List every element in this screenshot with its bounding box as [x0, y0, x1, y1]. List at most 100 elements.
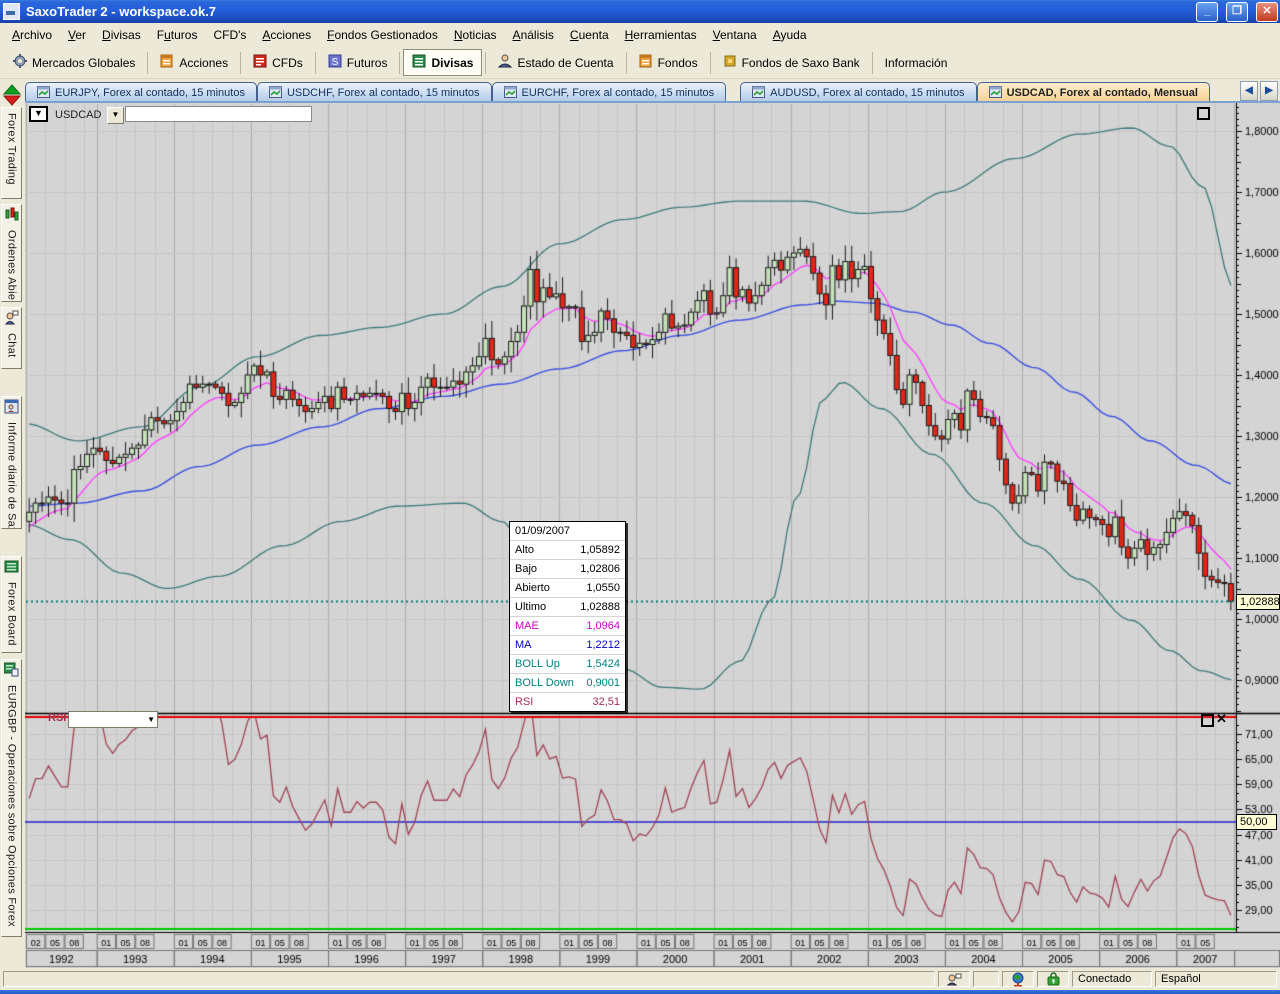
sidebar-item-label: Chat: [6, 333, 18, 357]
app-icon: [3, 3, 20, 20]
div-green-icon: [412, 54, 426, 71]
bottom-edge-bar: [0, 990, 1280, 994]
sidebar-item-eurgbp-operaciones-sobre-opcio[interactable]: EURGBP - Operaciones sobre Opciones Fore…: [1, 659, 22, 937]
status-bar: ConectadoEspañol: [0, 968, 1280, 990]
sidebar-item-label: Forex Board: [6, 582, 18, 646]
toolbar-button-label: Futuros: [347, 56, 388, 70]
toolbar-separator: [710, 52, 711, 74]
tooltip-row-value: 1,02888: [580, 601, 620, 613]
symbol-search-input[interactable]: [125, 106, 312, 122]
chart-tab-usdcad[interactable]: USDCAD, Forex al contado, Mensual: [977, 82, 1210, 103]
rsi-maximize-icon[interactable]: [1201, 714, 1214, 727]
tooltip-row-ma: MA1,2212: [510, 635, 625, 654]
tooltip-row-abierto: Abierto1,0550: [510, 578, 625, 597]
menu-an-lisis[interactable]: Análisis: [505, 24, 562, 46]
chart-tab-label: USDCAD, Forex al contado, Mensual: [1007, 87, 1198, 99]
orders-icon: [4, 207, 19, 227]
tooltip-row-value: 0,9001: [586, 677, 620, 689]
toolbar-button-fondos[interactable]: Fondos: [630, 49, 707, 76]
sidebar-item-forex-trading[interactable]: Forex Trading: [1, 107, 22, 199]
toolbar-separator: [872, 52, 873, 74]
menu-ayuda[interactable]: Ayuda: [765, 24, 815, 46]
chart-tab-eurjpy[interactable]: EURJPY, Forex al contado, 15 minutos: [25, 82, 257, 103]
chart-tab-eurchf[interactable]: EURCHF, Forex al contado, 15 minutos: [492, 82, 727, 103]
forex-trading-icon[interactable]: [2, 83, 22, 106]
gold-icon: [723, 54, 737, 71]
sidebar-item-forex-board[interactable]: Forex Board: [1, 556, 22, 653]
toolbar-separator: [626, 52, 627, 74]
toolbar-button-futuros[interactable]: S Futuros: [319, 49, 397, 76]
toolbar-separator: [315, 52, 316, 74]
tooltip-row-mae: MAE1,0964: [510, 616, 625, 635]
rsi-indicator-combo[interactable]: ▼: [68, 711, 158, 728]
chart-maximize-icon[interactable]: [1197, 107, 1210, 120]
menu-ventana[interactable]: Ventana: [705, 24, 765, 46]
win-orange-icon: [639, 54, 653, 71]
menu-ver[interactable]: Ver: [60, 24, 94, 46]
rsi-close-icon[interactable]: ✕: [1216, 713, 1227, 725]
tooltip-row-bajo: Bajo1,02806: [510, 559, 625, 578]
rsi-mid-marker: 50,00: [1236, 814, 1277, 830]
chart-tab-label: AUDUSD, Forex al contado, 15 minutos: [770, 87, 964, 99]
close-button[interactable]: ✕: [1256, 2, 1278, 22]
tooltip-row-boll-down: BOLL Down0,9001: [510, 673, 625, 692]
win-orange-icon: [160, 54, 174, 71]
sidebar-item-label: EURGBP - Operaciones sobre Opciones Fore…: [6, 685, 18, 927]
menu-cfd-s[interactable]: CFD's: [205, 24, 254, 46]
window-title: SaxoTrader 2 - workspace.ok.7: [26, 4, 216, 19]
chart-tab-audusd[interactable]: AUDUSD, Forex al contado, 15 minutos: [740, 82, 976, 103]
fut-blue-icon: S: [328, 54, 342, 71]
sidebar-item-informe-diario-de-saxo[interactable]: Informe diario de Saxo: [1, 396, 22, 529]
tooltip-row-boll-up: BOLL Up1,5424: [510, 654, 625, 673]
chart-menu-dropdown[interactable]: ▼: [29, 106, 48, 122]
left-sidebar: Forex Trading Ordenes Abiertas Chat Informe…: [0, 79, 25, 968]
toolbar-button-cfds[interactable]: CFDs: [244, 49, 312, 76]
chart-tab-icon: [269, 86, 282, 101]
symbol-dropdown-button[interactable]: ▼: [107, 107, 124, 124]
toolbar-button-label: CFDs: [272, 56, 303, 70]
toolbar-button-fondos-de-saxo-bank[interactable]: Fondos de Saxo Bank: [714, 49, 869, 76]
toolbar-button-estado-de-cuenta[interactable]: Estado de Cuenta: [489, 49, 622, 76]
chart-tooltip: 01/09/2007 Alto1,05892Bajo1,02806Abierto…: [509, 521, 626, 712]
rsi-panel-label: RSI: [48, 712, 66, 724]
menu-futuros[interactable]: Futuros: [149, 24, 206, 46]
toolbar-button-divisas[interactable]: Divisas: [403, 49, 482, 76]
menu-herramientas[interactable]: Herramientas: [617, 24, 705, 46]
board-doc-icon: [4, 662, 19, 682]
tooltip-row-rsi: RSI32,51: [510, 692, 625, 711]
menu-fondos-gestionados[interactable]: Fondos Gestionados: [319, 24, 446, 46]
sidebar-item-label: Ordenes Abiertas: [6, 230, 18, 302]
toolbar-button-label: Fondos: [658, 56, 698, 70]
tab-scroll-right-button[interactable]: ▶: [1260, 81, 1278, 101]
toolbar-button-acciones[interactable]: Acciones: [151, 49, 237, 76]
minimize-button[interactable]: _: [1196, 2, 1218, 22]
menu-noticias[interactable]: Noticias: [446, 24, 505, 46]
restore-button[interactable]: ❐: [1226, 2, 1248, 22]
menu-divisas[interactable]: Divisas: [94, 24, 149, 46]
tooltip-row-value: 1,5424: [586, 658, 620, 670]
chart-tab-usdchf[interactable]: USDCHF, Forex al contado, 15 minutos: [257, 82, 492, 103]
menu-cuenta[interactable]: Cuenta: [562, 24, 617, 46]
menu-archivo[interactable]: Archivo: [4, 24, 60, 46]
tooltip-row-ultimo: Ultimo1,02888: [510, 597, 625, 616]
toolbar-button-informaci-n[interactable]: Información: [876, 51, 957, 75]
menu-acciones[interactable]: Acciones: [254, 24, 319, 46]
chevron-down-icon: ▼: [147, 715, 155, 724]
main-toolbar: Mercados Globales Acciones CFDs S Futuros Div…: [0, 47, 1280, 79]
tooltip-row-value: 1,05892: [580, 544, 620, 556]
status-spacer: [3, 971, 935, 987]
chart-tab-icon: [504, 86, 517, 101]
tab-scroll-left-button[interactable]: ◀: [1240, 81, 1258, 101]
toolbar-separator: [485, 52, 486, 74]
tooltip-row-value: 1,0550: [586, 582, 620, 594]
document-tab-row: EURJPY, Forex al contado, 15 minutosUSDC…: [0, 79, 1280, 103]
tooltip-row-alto: Alto1,05892: [510, 540, 625, 559]
person-icon: [498, 54, 512, 71]
sidebar-item-ordenes-abiertas[interactable]: Ordenes Abiertas: [1, 204, 22, 302]
sidebar-item-chat[interactable]: Chat: [1, 307, 22, 369]
price-chart-canvas[interactable]: [25, 103, 1280, 968]
toolbar-button-mercados-globales[interactable]: Mercados Globales: [4, 49, 144, 76]
toolbar-button-label: Divisas: [431, 56, 473, 70]
toolbar-separator: [240, 52, 241, 74]
chart-tab-icon: [989, 86, 1002, 101]
